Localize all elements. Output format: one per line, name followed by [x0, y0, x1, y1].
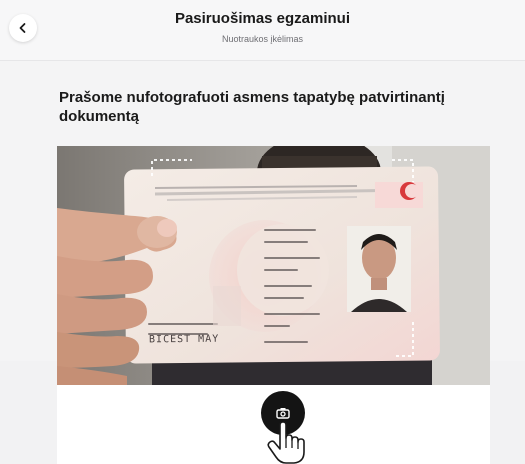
header-bar: Pasiruošimas egzaminui Nuotraukos įkėlim… [0, 0, 525, 61]
camera-preview: BICEST MAY [57, 146, 490, 385]
hand-pointer-icon [267, 422, 305, 464]
camera-feed-image [57, 146, 490, 385]
page-subtitle: Nuotraukos įkėlimas [221, 34, 304, 44]
camera-icon [276, 408, 290, 419]
page-title: Pasiruošimas egzaminui [174, 10, 351, 27]
card-surname-text: BICEST MAY [148, 333, 220, 346]
instruction-text: Prašome nufotografuoti asmens tapatybę p… [59, 89, 445, 125]
